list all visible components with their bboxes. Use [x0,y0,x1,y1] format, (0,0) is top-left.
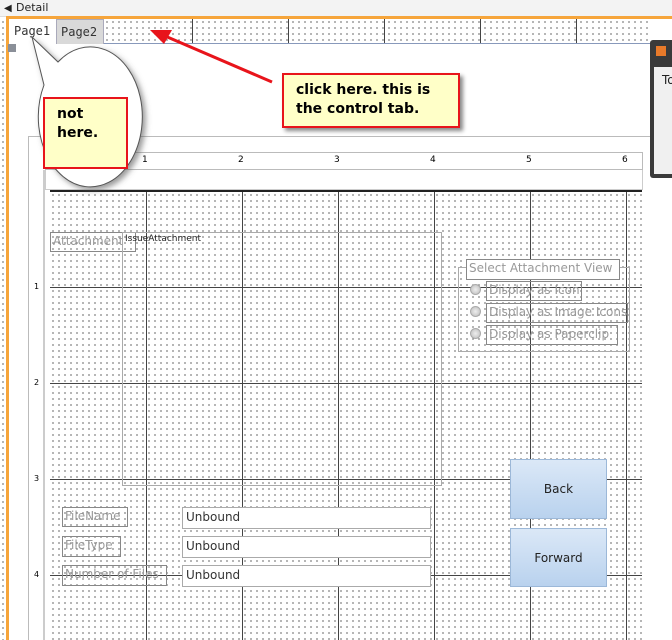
callout-note: not here. [43,97,128,169]
annotation-note: click here. this is the control tab. [282,73,460,128]
red-arrow-shaft [164,34,273,84]
